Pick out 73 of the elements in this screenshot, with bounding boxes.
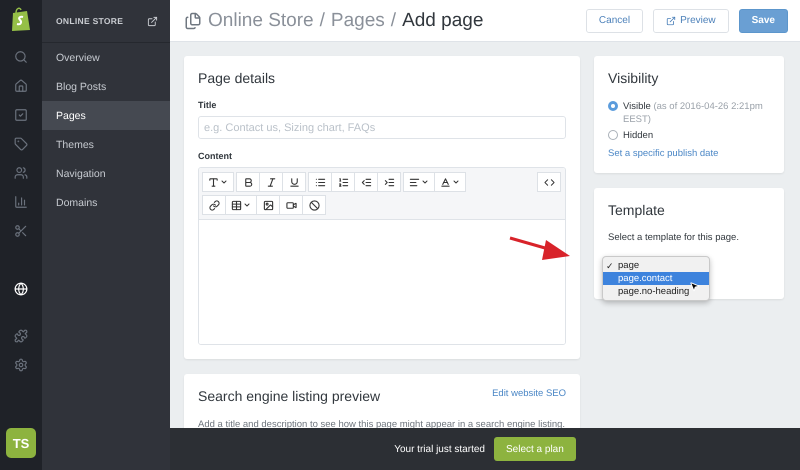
- image-button[interactable]: [256, 195, 280, 215]
- cancel-button[interactable]: Cancel: [586, 8, 644, 32]
- menu-option[interactable]: ✓ page: [603, 259, 709, 272]
- video-button[interactable]: [279, 195, 303, 215]
- page-title: Add page: [402, 10, 484, 32]
- shopping-bag-logo[interactable]: [10, 6, 32, 32]
- menu-option[interactable]: page.contact: [603, 272, 709, 285]
- video-camera-icon: [286, 200, 296, 210]
- sidebar-item[interactable]: Overview: [42, 43, 170, 72]
- bullet-list-icon: [314, 176, 326, 188]
- caret-icon: [243, 201, 251, 209]
- radio-label: Hidden: [623, 129, 654, 142]
- title-input[interactable]: e.g. Contact us, Sizing chart, FAQs: [198, 116, 566, 139]
- radio-button[interactable]: [608, 101, 618, 111]
- bold-button[interactable]: [236, 172, 260, 192]
- card-title: Visibility: [608, 70, 660, 86]
- font-icon: [208, 176, 219, 188]
- bold-icon: [242, 176, 254, 188]
- table-button[interactable]: [225, 195, 257, 215]
- breadcrumb: /: [390, 10, 396, 32]
- breadcrumb: Online Store: [208, 10, 314, 32]
- align-button[interactable]: [403, 172, 435, 192]
- section-heading: ONLINE STORE: [56, 16, 124, 26]
- sidebar-item[interactable]: Blog Posts: [42, 72, 170, 101]
- card-title: Search engine listing preview: [198, 388, 380, 404]
- breadcrumb: /: [320, 10, 325, 32]
- caret-icon: [421, 178, 429, 186]
- external-link-icon[interactable]: [147, 16, 158, 26]
- menu-option[interactable]: page.no-heading: [603, 285, 709, 298]
- outdent-icon: [360, 176, 372, 188]
- field-label: Content: [198, 151, 233, 161]
- publish-date-link[interactable]: Set a specific publish date: [608, 148, 770, 159]
- trial-message: Your trial just started: [394, 444, 485, 454]
- sidebar-item[interactable]: Pages: [42, 101, 170, 130]
- cursor-icon: [689, 281, 700, 292]
- numbered-list-button[interactable]: [331, 172, 355, 192]
- image-icon: [262, 200, 274, 210]
- sidebar-item[interactable]: Domains: [42, 188, 170, 217]
- sidebar-item[interactable]: Themes: [42, 130, 170, 159]
- card-title: Template: [608, 202, 666, 218]
- external-link-icon: [666, 16, 676, 26]
- underline-button[interactable]: [282, 172, 306, 192]
- field-label: Title: [198, 100, 218, 110]
- sidebar-item[interactable]: Navigation: [42, 159, 170, 188]
- underline-icon: [288, 176, 300, 188]
- preview-button[interactable]: Preview: [653, 8, 729, 32]
- link-button[interactable]: [202, 195, 226, 215]
- numbered-list-icon: [338, 176, 348, 188]
- clear-format-button[interactable]: [302, 195, 326, 215]
- bullet-list-button[interactable]: [308, 172, 332, 192]
- breadcrumb: Pages: [330, 10, 385, 32]
- text-color-icon: [440, 176, 451, 188]
- code-icon: [544, 176, 554, 188]
- radio-button[interactable]: [608, 130, 618, 140]
- font-button[interactable]: [202, 172, 234, 192]
- italic-icon: [266, 176, 276, 188]
- outdent-button[interactable]: [354, 172, 378, 192]
- indent-icon: [384, 176, 394, 188]
- code-button[interactable]: [537, 172, 561, 192]
- indent-button[interactable]: [377, 172, 401, 192]
- align-icon: [409, 176, 420, 188]
- table-icon: [231, 200, 242, 210]
- edit-seo-link[interactable]: Edit website SEO: [492, 388, 566, 399]
- text-color-button[interactable]: [434, 172, 466, 192]
- radio-label: Visible (as of 2016-04-26 2:21pm EEST): [623, 100, 764, 126]
- pages-icon: [184, 12, 202, 30]
- ban-icon: [308, 200, 320, 210]
- link-icon: [208, 200, 220, 210]
- card-title: Page details: [198, 70, 276, 86]
- template-hint: Select a template for this page.: [608, 232, 740, 243]
- italic-button[interactable]: [259, 172, 283, 192]
- caret-icon: [452, 178, 460, 186]
- caret-icon: [220, 178, 228, 186]
